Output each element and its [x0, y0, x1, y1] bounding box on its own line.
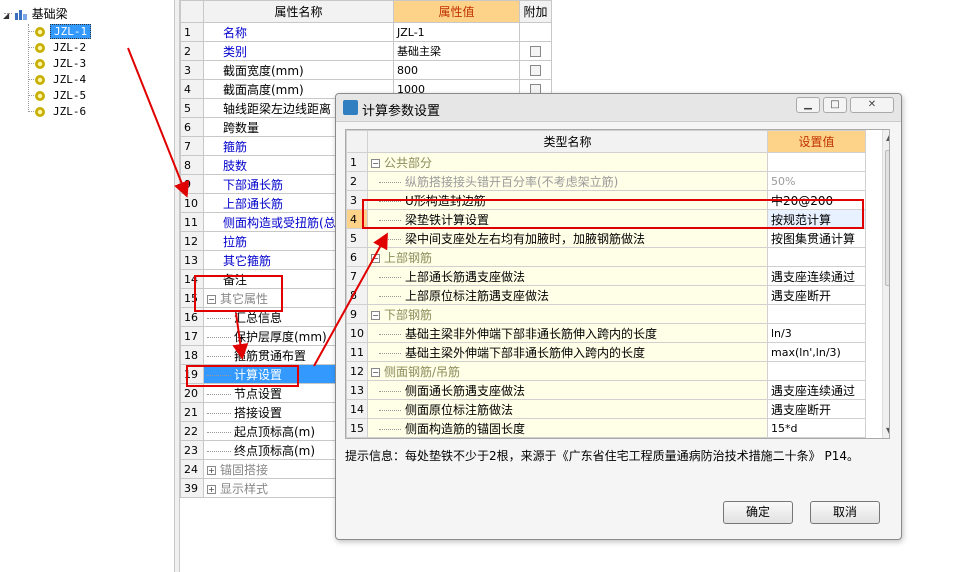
- arrow-other-to-calc: [232, 312, 249, 360]
- arrow-calc-to-dialog: [313, 232, 388, 367]
- annotation-arrows: [127, 47, 388, 367]
- arrow-tree-to-props: [127, 47, 190, 198]
